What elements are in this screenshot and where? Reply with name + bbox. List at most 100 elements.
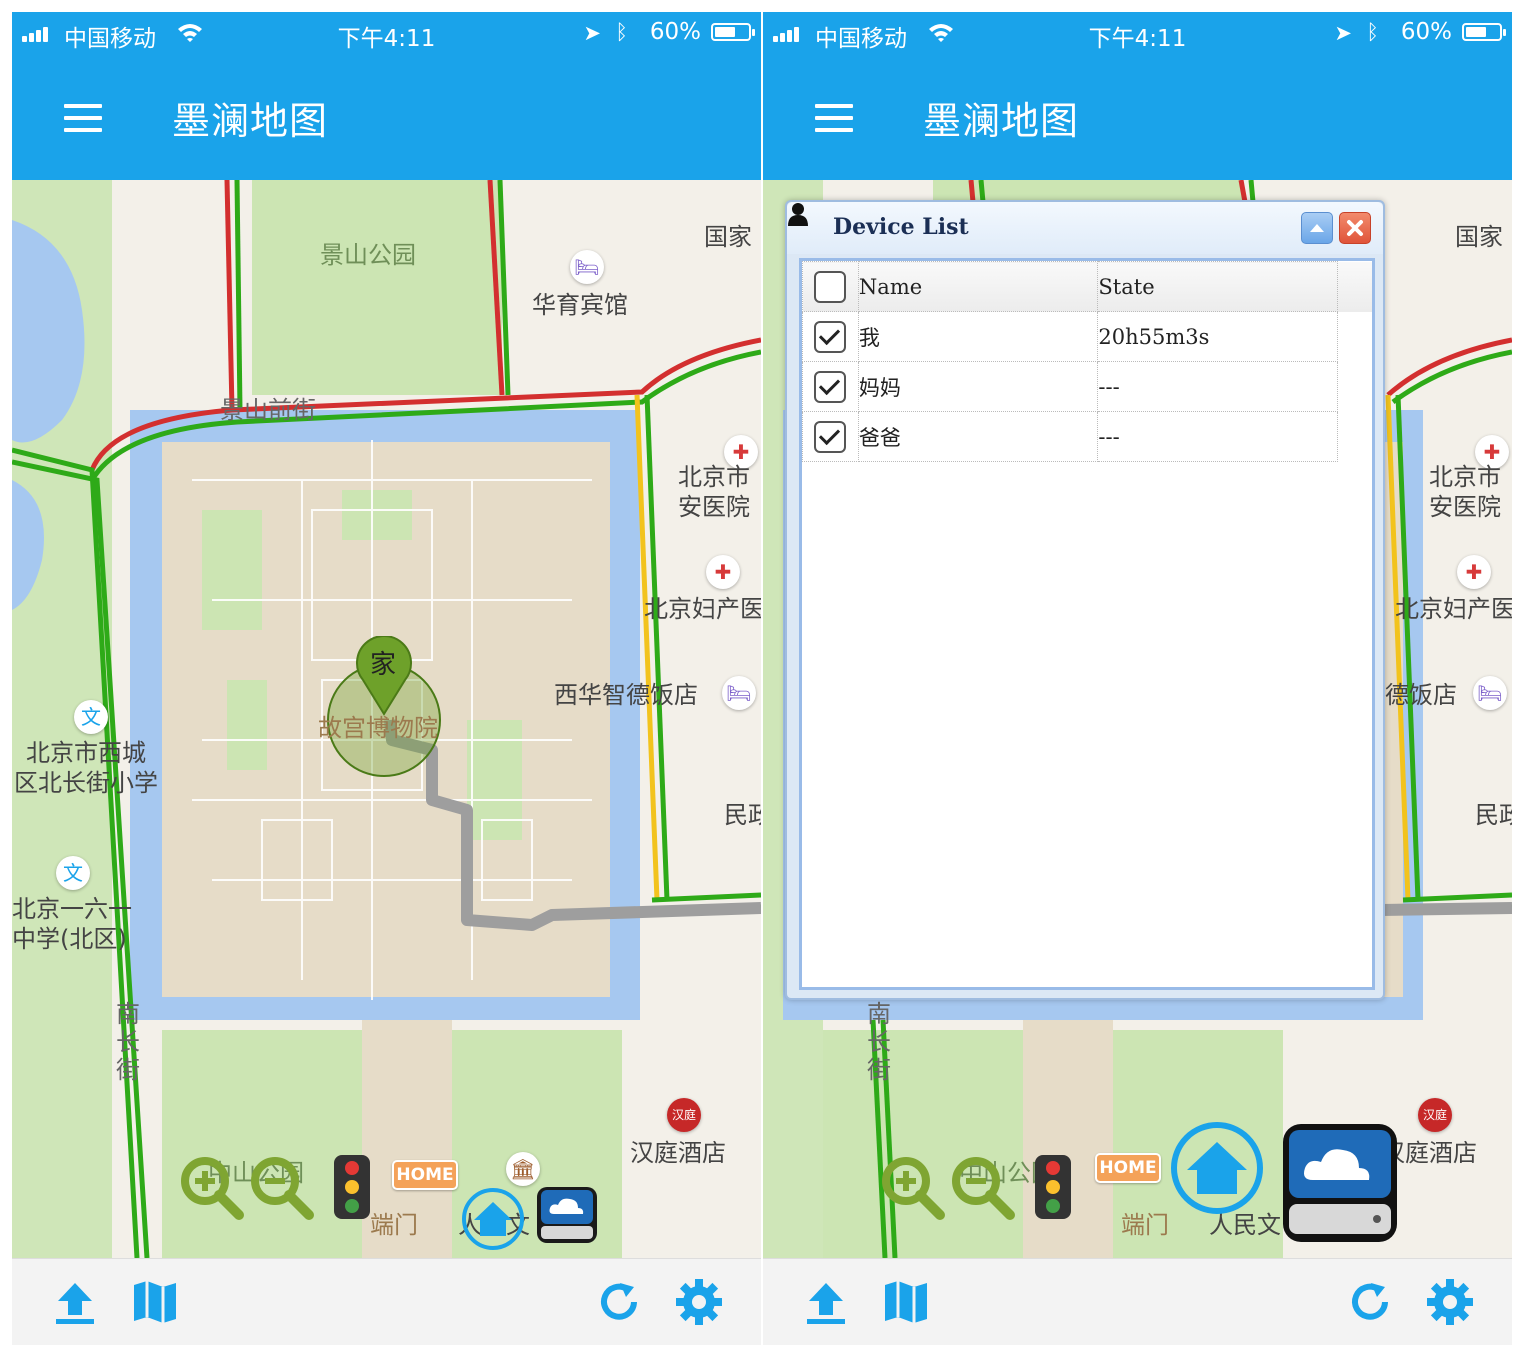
hospital-icon[interactable]: ✚ bbox=[706, 555, 740, 589]
hotel-icon[interactable]: 🛏 bbox=[570, 250, 604, 284]
cloud-storage-icon[interactable] bbox=[1279, 1120, 1401, 1248]
school-icon[interactable]: 文 bbox=[56, 856, 90, 890]
refresh-icon[interactable] bbox=[1345, 1277, 1395, 1327]
map-label: 北京市 安医院 bbox=[1429, 463, 1501, 521]
map-layers-icon[interactable] bbox=[130, 1277, 180, 1327]
location-arrow-icon: ➤ bbox=[583, 21, 601, 45]
map-label: 汉庭酒店 bbox=[630, 1139, 726, 1167]
map-label: 北京市西城 区北长街小学 bbox=[14, 739, 158, 797]
battery-icon bbox=[711, 23, 755, 41]
row-checkbox[interactable] bbox=[814, 320, 847, 353]
device-state: 20h55m3s bbox=[1097, 311, 1339, 362]
map-label: 端门 bbox=[370, 1211, 418, 1239]
map-label: 西华智德饭店 bbox=[554, 681, 698, 709]
device-table: Name State 我 20h55m3s 妈妈 --- 爸爸 --- bbox=[802, 261, 1372, 462]
traffic-light-icon[interactable] bbox=[328, 1153, 376, 1221]
battery-percent: 60% bbox=[1400, 19, 1452, 45]
street-label: 南 长 街 bbox=[116, 1000, 140, 1084]
home-sign-icon[interactable]: HOME bbox=[392, 1160, 458, 1190]
hospital-icon[interactable]: ✚ bbox=[1457, 555, 1491, 589]
user-icon bbox=[788, 203, 808, 226]
map-label: 国家 bbox=[1455, 223, 1503, 251]
map-view[interactable]: 国家 ✚ 北京市 安医院 ✚ 北京妇产医 德饭店 🛏 民政 南 长 街 汉庭 汉… bbox=[763, 180, 1512, 1258]
close-icon bbox=[1347, 220, 1363, 236]
table-row[interactable]: 我 20h55m3s bbox=[802, 311, 1372, 362]
bluetooth-icon: ᛒ bbox=[615, 20, 628, 44]
table-row[interactable]: 妈妈 --- bbox=[802, 361, 1372, 412]
settings-gear-icon[interactable] bbox=[1425, 1277, 1475, 1327]
device-name: 爸爸 bbox=[857, 411, 1099, 462]
column-header-name[interactable]: Name bbox=[857, 261, 1099, 312]
locate-home-icon[interactable] bbox=[1169, 1120, 1265, 1216]
collapse-button[interactable] bbox=[1301, 212, 1333, 244]
map-label: 民政 bbox=[1475, 801, 1512, 829]
status-time: 下午4:11 bbox=[337, 26, 436, 52]
device-state: --- bbox=[1097, 411, 1339, 462]
map-label: 景山公园 bbox=[320, 241, 416, 269]
hotel-icon[interactable]: 🛏 bbox=[1473, 676, 1507, 710]
bluetooth-icon: ᛒ bbox=[1366, 20, 1379, 44]
cloud-storage-icon[interactable] bbox=[534, 1184, 600, 1246]
menu-icon[interactable] bbox=[815, 104, 853, 132]
upload-icon[interactable] bbox=[801, 1277, 851, 1327]
zoom-out-icon[interactable] bbox=[948, 1153, 1020, 1225]
device-grid: Name State 我 20h55m3s 妈妈 --- 爸爸 --- bbox=[799, 258, 1375, 990]
zoom-in-icon[interactable] bbox=[177, 1153, 249, 1225]
map-view[interactable]: 景山公园 🛏 华育宾馆 国家 景山前街 ✚ 北京市 安医院 ✚ 北京妇产医 西华… bbox=[12, 180, 761, 1258]
row-checkbox[interactable] bbox=[814, 420, 847, 453]
dialog-title: Device List bbox=[833, 214, 969, 240]
settings-gear-icon[interactable] bbox=[674, 1277, 724, 1327]
app-title: 墨澜地图 bbox=[923, 99, 1080, 143]
zoom-in-icon[interactable] bbox=[878, 1153, 950, 1225]
map-label: 北京妇产医 bbox=[1395, 595, 1512, 623]
left-phone-screen: 中国移动 下午4:11 ➤ ᛒ 60% 墨澜地图 景山公园 🛏 华育宾馆 国家 … bbox=[12, 12, 761, 1345]
menu-icon[interactable] bbox=[64, 104, 102, 132]
map-label: 端门 bbox=[1121, 1211, 1169, 1239]
table-row[interactable]: 爸爸 --- bbox=[802, 411, 1372, 462]
hotel-brand-icon[interactable]: 汉庭 bbox=[667, 1098, 701, 1132]
header-filler bbox=[1337, 261, 1372, 312]
bottom-toolbar bbox=[763, 1258, 1512, 1345]
home-marker-label: 家 bbox=[370, 650, 397, 680]
museum-icon[interactable]: 🏛 bbox=[506, 1152, 540, 1186]
hotel-icon[interactable]: 🛏 bbox=[722, 676, 756, 710]
app-bar: 墨澜地图 bbox=[763, 54, 1512, 180]
map-label: 北京一六一 中学(北区) bbox=[12, 895, 132, 953]
map-label: 北京妇产医 bbox=[644, 595, 761, 623]
device-list-dialog: Device List Name State 我 20h55m3s 妈妈 ---… bbox=[785, 200, 1385, 1000]
map-label: 故宫博物院 bbox=[318, 714, 438, 742]
hotel-brand-icon[interactable]: 汉庭 bbox=[1418, 1098, 1452, 1132]
home-sign-label: HOME bbox=[1099, 1158, 1157, 1178]
chevron-up-icon bbox=[1310, 224, 1324, 232]
select-all-checkbox[interactable] bbox=[814, 270, 847, 303]
zoom-out-icon[interactable] bbox=[247, 1153, 319, 1225]
map-label: 民政 bbox=[724, 801, 761, 829]
upload-icon[interactable] bbox=[50, 1277, 100, 1327]
school-icon[interactable]: 文 bbox=[74, 700, 108, 734]
close-button[interactable] bbox=[1339, 212, 1371, 244]
device-name: 我 bbox=[857, 311, 1099, 362]
app-title: 墨澜地图 bbox=[172, 99, 329, 143]
status-bar: 中国移动 下午4:11 ➤ ᛒ 60% bbox=[12, 12, 761, 54]
map-label: 北京市 安医院 bbox=[678, 463, 750, 521]
street-label: 南 长 街 bbox=[867, 1000, 891, 1084]
right-phone-screen: 中国移动 下午4:11 ➤ ᛒ 60% 墨澜地图 国家 ✚ 北京市 安医院 ✚ … bbox=[763, 12, 1512, 1345]
row-checkbox[interactable] bbox=[814, 370, 847, 403]
map-label: 华育宾馆 bbox=[532, 291, 628, 319]
status-bar: 中国移动 下午4:11 ➤ ᛒ 60% bbox=[763, 12, 1512, 54]
device-name: 妈妈 bbox=[857, 361, 1099, 412]
locate-home-icon[interactable] bbox=[460, 1186, 526, 1252]
battery-icon bbox=[1462, 23, 1506, 41]
select-all-cell[interactable] bbox=[802, 261, 859, 312]
traffic-light-icon[interactable] bbox=[1029, 1153, 1077, 1221]
battery-percent: 60% bbox=[649, 19, 701, 45]
home-sign-icon[interactable]: HOME bbox=[1095, 1153, 1161, 1183]
map-label: 国家 bbox=[704, 223, 752, 251]
column-header-state[interactable]: State bbox=[1097, 261, 1339, 312]
table-header-row: Name State bbox=[802, 261, 1372, 312]
device-state: --- bbox=[1097, 361, 1339, 412]
refresh-icon[interactable] bbox=[594, 1277, 644, 1327]
street-label: 景山前街 bbox=[220, 396, 316, 424]
status-time: 下午4:11 bbox=[1088, 26, 1187, 52]
map-layers-icon[interactable] bbox=[881, 1277, 931, 1327]
